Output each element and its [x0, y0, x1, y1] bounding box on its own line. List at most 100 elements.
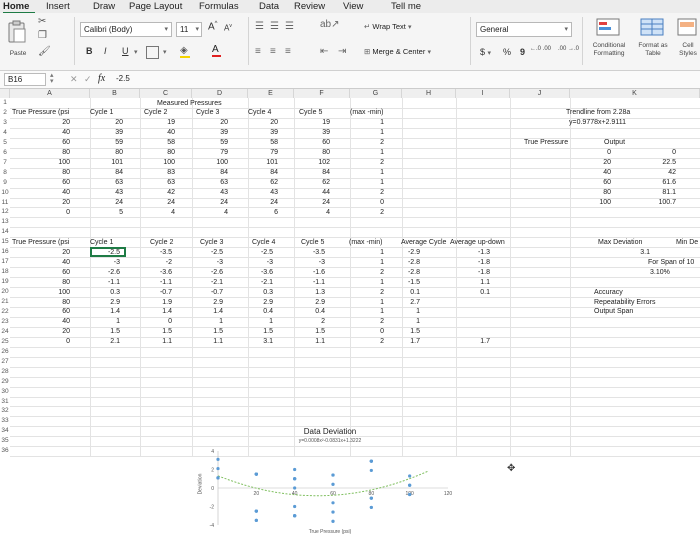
cell-value[interactable]: 3.1 — [233, 337, 273, 346]
cell-value[interactable]: 62 — [238, 178, 278, 187]
cell-value[interactable]: 22.5 — [636, 158, 676, 167]
menu-page-layout[interactable]: Page Layout — [129, 0, 182, 13]
cancel-icon[interactable]: ✕ — [70, 74, 78, 85]
cell-value[interactable]: 2 — [344, 337, 384, 346]
currency-button[interactable]: $ ▾ — [480, 47, 491, 57]
cell-value[interactable]: 2 — [344, 268, 384, 277]
cell-value[interactable]: 43 — [238, 188, 278, 197]
cell-value[interactable]: 1.1 — [285, 337, 325, 346]
cell-value[interactable]: 1.4 — [183, 307, 223, 316]
cell-value[interactable]: Output — [604, 138, 625, 147]
cell-value[interactable]: 39 — [188, 128, 228, 137]
cell-value[interactable]: Cycle 1 — [90, 108, 113, 117]
cell-value[interactable]: -3.5 — [132, 248, 172, 257]
align-bottom-icon[interactable]: ☰ — [285, 21, 294, 32]
cell-value[interactable]: 100 — [30, 158, 70, 167]
shrink-font-button[interactable]: Av — [224, 23, 232, 33]
cell-value[interactable]: 100 — [571, 198, 611, 207]
cell-value[interactable]: 2 — [344, 138, 384, 147]
cell-value[interactable]: 1 — [344, 148, 384, 157]
cell-value[interactable]: 2 — [344, 317, 384, 326]
cell-value[interactable]: -0.7 — [183, 288, 223, 297]
cell-value[interactable]: 60 — [30, 307, 70, 316]
comma-button[interactable]: 9 — [520, 47, 525, 57]
increase-indent-icon[interactable]: ⇥ — [338, 46, 346, 57]
row-header-2[interactable]: 2 — [0, 108, 10, 118]
cell-value[interactable]: 1.1 — [450, 278, 490, 287]
cell-value[interactable]: Cycle 2 — [150, 238, 173, 247]
italic-button[interactable]: I — [104, 46, 107, 56]
cell-value[interactable]: -1.5 — [380, 278, 420, 287]
cell-value[interactable]: 63 — [188, 178, 228, 187]
row-header-32[interactable]: 32 — [0, 406, 10, 416]
cell-value[interactable]: For Span of 10 — [648, 258, 694, 267]
row-header-18[interactable]: 18 — [0, 267, 10, 277]
cell-value[interactable]: Max Deviation — [598, 238, 642, 247]
font-color-icon[interactable]: A — [212, 44, 221, 57]
cell-value[interactable]: 24 — [135, 198, 175, 207]
align-left-icon[interactable]: ≡ — [255, 46, 261, 57]
menu-data[interactable]: Data — [259, 0, 279, 13]
cell-value[interactable]: -1.1 — [132, 278, 172, 287]
cell-value[interactable]: 59 — [83, 138, 123, 147]
cell-value[interactable]: 24 — [83, 198, 123, 207]
cell-value[interactable]: -1.1 — [80, 278, 120, 287]
cell-value[interactable]: -3.6 — [132, 268, 172, 277]
cell-value[interactable]: -2.9 — [380, 248, 420, 257]
row-header-23[interactable]: 23 — [0, 317, 10, 327]
cell-value[interactable]: 100 — [135, 158, 175, 167]
cell-value[interactable]: 1 — [233, 317, 273, 326]
cell-value[interactable]: 2 — [285, 317, 325, 326]
cell-value[interactable]: 1 — [80, 317, 120, 326]
cell-value[interactable]: 2.9 — [183, 298, 223, 307]
cell-value[interactable]: 1.1 — [183, 337, 223, 346]
cell-value[interactable]: 1 — [344, 278, 384, 287]
row-header-33[interactable]: 33 — [0, 416, 10, 426]
cell-value[interactable]: 100 — [30, 288, 70, 297]
cell-value[interactable]: -3.5 — [285, 248, 325, 257]
row-header-22[interactable]: 22 — [0, 307, 10, 317]
chevron-down-icon[interactable]: ▾ — [134, 48, 138, 56]
cell-value[interactable]: Cycle 4 — [252, 238, 275, 247]
cell-value[interactable]: 39 — [290, 128, 330, 137]
cell-value[interactable]: -1.6 — [285, 268, 325, 277]
cell-value[interactable]: 80 — [571, 188, 611, 197]
cell-value[interactable]: 59 — [188, 138, 228, 147]
cell-value[interactable]: -3 — [183, 258, 223, 267]
cell-value[interactable]: -1.1 — [285, 278, 325, 287]
fill-color-icon[interactable]: ◈ — [180, 45, 190, 58]
cell-value[interactable]: 4 — [188, 208, 228, 217]
number-format-select[interactable]: General ▾ — [476, 22, 572, 37]
cell-value[interactable]: 1 — [344, 118, 384, 127]
column-header-e[interactable]: E — [248, 89, 294, 98]
cell-value[interactable]: 1 — [344, 168, 384, 177]
cell-value[interactable]: 0 — [344, 198, 384, 207]
cell-value[interactable]: True Pressure (psi — [12, 108, 69, 117]
column-header-d[interactable]: D — [192, 89, 248, 98]
cell-value[interactable]: 0.4 — [285, 307, 325, 316]
cell-value[interactable]: 84 — [83, 168, 123, 177]
cell-value[interactable]: -2.5 — [183, 248, 223, 257]
row-header-30[interactable]: 30 — [0, 387, 10, 397]
cell-value[interactable]: -2.6 — [80, 268, 120, 277]
cell-value[interactable]: 80 — [83, 148, 123, 157]
cell-value[interactable]: 100 — [188, 158, 228, 167]
row-header-12[interactable]: 12 — [0, 207, 10, 217]
font-size-select[interactable]: 11 ▾ — [176, 22, 202, 37]
cell-value[interactable]: 0 — [30, 208, 70, 217]
cell-value[interactable]: 4 — [135, 208, 175, 217]
cell-value[interactable]: 58 — [135, 138, 175, 147]
cell-value[interactable]: 40 — [30, 128, 70, 137]
cell-value[interactable]: 79 — [238, 148, 278, 157]
cell-value[interactable]: (max -min) — [349, 238, 382, 247]
cell-value[interactable]: 40 — [135, 128, 175, 137]
cell-value[interactable]: 1.3 — [285, 288, 325, 297]
cell-value[interactable]: -3 — [233, 258, 273, 267]
cell-value[interactable]: 3.10% — [650, 268, 670, 277]
cell-value[interactable]: Cycle 1 — [90, 238, 113, 247]
cell-value[interactable]: 1 — [380, 317, 420, 326]
column-header-b[interactable]: B — [90, 89, 140, 98]
cell-value[interactable]: 42 — [636, 168, 676, 177]
column-header-k[interactable]: K — [570, 89, 700, 98]
row-header-20[interactable]: 20 — [0, 287, 10, 297]
